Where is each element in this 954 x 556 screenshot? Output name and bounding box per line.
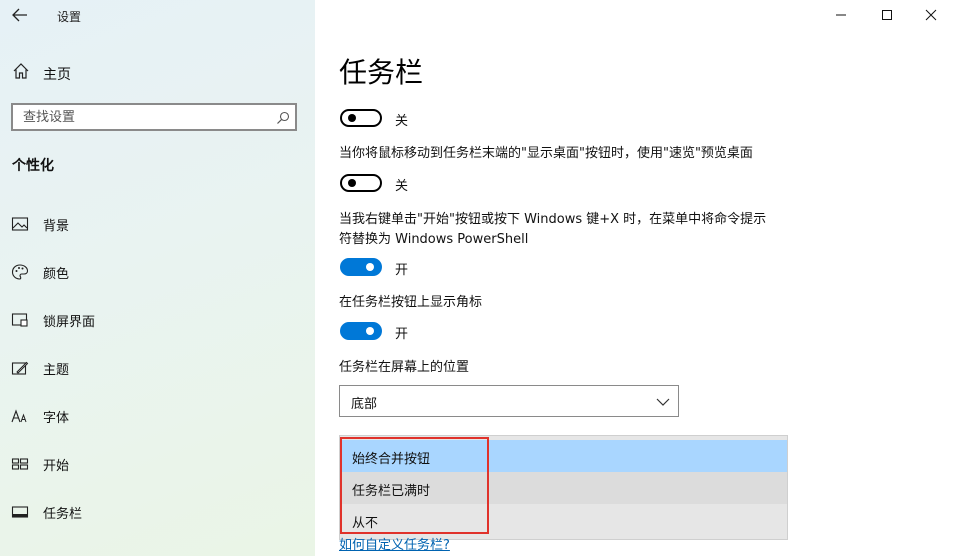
sidebar-item-label: 主题 [43, 363, 70, 378]
chevron-down-icon [656, 394, 670, 408]
search-input[interactable] [13, 105, 273, 129]
maximize-button[interactable] [864, 0, 910, 30]
badges-toggle[interactable] [340, 322, 382, 340]
toggle-switch[interactable] [340, 109, 382, 127]
toggle-knob [348, 179, 356, 187]
sidebar-item-colors[interactable]: 颜色 [0, 254, 315, 290]
select-value: 底部 [351, 397, 378, 412]
toggle-knob [348, 114, 356, 122]
sidebar-item-label: 锁屏界面 [43, 315, 96, 330]
sidebar-item-lock-screen[interactable]: 锁屏界面 [0, 302, 315, 338]
picture-icon [11, 215, 29, 233]
sidebar-item-background[interactable]: 背景 [0, 206, 315, 242]
setting-description: 当我右键单击"开始"按钮或按下 Windows 键+X 时，在菜单中将命令提示符… [339, 212, 767, 247]
back-arrow-icon[interactable] [10, 5, 30, 25]
page-title: 任务栏 [339, 56, 424, 89]
customize-taskbar-link[interactable]: 如何自定义任务栏? [339, 534, 450, 553]
minimize-button[interactable] [818, 0, 864, 30]
sidebar-item-label: 字体 [43, 411, 70, 426]
position-label: 任务栏在屏幕上的位置 [339, 360, 470, 375]
sidebar-item-start[interactable]: 开始 [0, 446, 315, 482]
sidebar-item-label: 颜色 [43, 267, 70, 282]
palette-icon [11, 263, 29, 281]
setting-description: 在任务栏按钮上显示角标 [339, 295, 483, 310]
close-button[interactable] [908, 0, 954, 30]
highlight-annotation-box [340, 437, 489, 534]
taskbar-icon [11, 503, 29, 521]
sidebar-item-themes[interactable]: 主题 [0, 350, 315, 386]
maximize-icon [881, 6, 893, 25]
powershell-toggle[interactable] [340, 258, 382, 276]
peek-toggle[interactable] [340, 174, 382, 192]
theme-icon [11, 359, 29, 377]
sidebar-item-fonts[interactable]: 字体 [0, 398, 315, 434]
start-icon [11, 455, 29, 473]
sidebar-item-taskbar[interactable]: 任务栏 [0, 494, 315, 530]
sidebar-item-home[interactable]: 主页 [0, 58, 315, 88]
search-icon[interactable] [276, 110, 290, 124]
toggle-state-label: 关 [395, 179, 409, 194]
close-icon [925, 6, 937, 25]
font-icon [11, 407, 29, 425]
toggle-knob [366, 327, 374, 335]
taskbar-position-select[interactable]: 底部 [339, 385, 679, 417]
setting-description: 当你将鼠标移动到任务栏末端的"显示桌面"按钮时，使用"速览"预览桌面 [339, 146, 753, 161]
app-title: 设置 [57, 10, 82, 24]
toggle-state-label: 开 [395, 263, 409, 278]
lock-screen-icon [11, 311, 29, 329]
sidebar-item-label: 开始 [43, 459, 70, 474]
sidebar-item-label: 主页 [43, 67, 71, 83]
sidebar: 设置 主页 个性化 背景 颜色 锁屏界面 主题 [0, 0, 315, 556]
home-icon [12, 62, 30, 80]
sidebar-item-label: 任务栏 [43, 507, 83, 522]
toggle-state-label: 关 [395, 114, 409, 129]
sidebar-item-label: 背景 [43, 219, 70, 234]
toggle-knob [366, 263, 374, 271]
section-title: 个性化 [12, 158, 54, 174]
minimize-icon [835, 6, 847, 25]
search-box[interactable] [11, 103, 297, 131]
toggle-state-label: 开 [395, 327, 409, 342]
